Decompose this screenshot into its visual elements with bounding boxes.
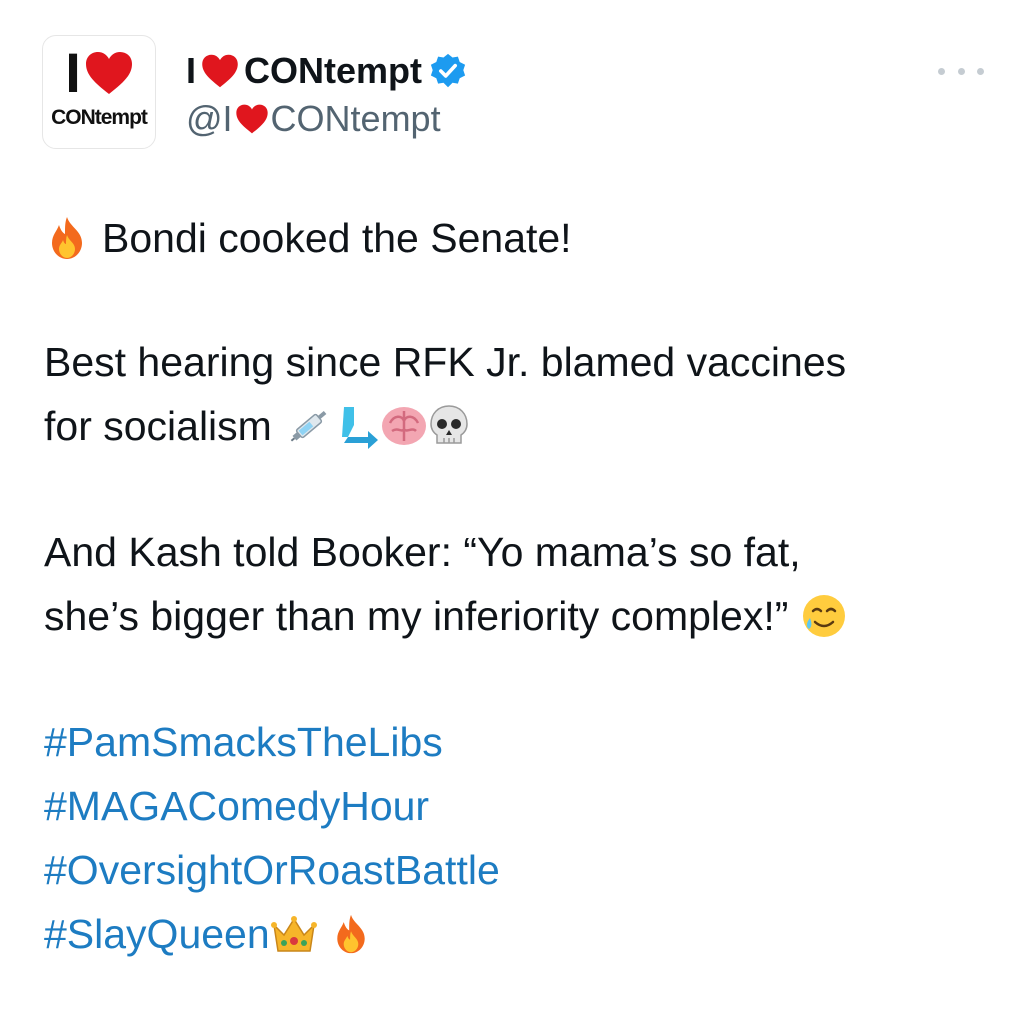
hashtag-line-4: #SlayQueen: [44, 904, 372, 964]
tweet-text-line-4: And Kash told Booker: “Yo mama’s so fat,: [44, 529, 801, 575]
arrow-icon: [341, 407, 378, 449]
tweet-line-1: Bondi cooked the Senate!: [44, 208, 572, 268]
avatar-logo: I: [43, 44, 155, 102]
hashtag-link[interactable]: #MAGAComedyHour: [44, 780, 429, 832]
display-name[interactable]: I CONtempt: [186, 46, 466, 96]
avatar-logo-i: I: [65, 41, 81, 104]
heart-icon: [235, 104, 268, 134]
hashtag-line-1: #PamSmacksTheLibs: [44, 712, 443, 772]
fire-icon: [336, 914, 365, 954]
heart-icon: [202, 54, 238, 88]
tweet-text-line-5: she’s bigger than my inferiority complex…: [44, 593, 789, 639]
syringe-icon: [290, 410, 327, 442]
brain-icon: [381, 407, 426, 445]
tweet-line-2: Best hearing since RFK Jr. blamed vaccin…: [44, 332, 846, 392]
smiling-tear-icon: [803, 595, 846, 637]
handle-suffix: CONtempt: [270, 98, 441, 139]
hashtag-link[interactable]: #OversightOrRoastBattle: [44, 844, 500, 896]
skull-icon: [430, 405, 468, 444]
avatar-logo-word: CONtempt: [51, 106, 148, 129]
display-name-prefix: I: [186, 50, 197, 91]
tweet-line-4: And Kash told Booker: “Yo mama’s so fat,: [44, 522, 801, 582]
tweet-line-3: for socialism: [44, 396, 470, 456]
hashtag-link[interactable]: #SlayQueen: [44, 908, 270, 960]
tweet: I CONtempt I CONtempt @I CONtempt Bondi …: [0, 0, 1024, 1024]
handle-prefix: @I: [186, 98, 233, 139]
fire-icon: [52, 217, 82, 259]
hashtag-link[interactable]: #PamSmacksTheLibs: [44, 716, 443, 768]
verified-badge-icon: [430, 53, 466, 88]
display-name-suffix: CONtempt: [244, 50, 423, 91]
heart-icon: [85, 52, 132, 94]
handle[interactable]: @I CONtempt: [186, 96, 441, 142]
crown-icon: [270, 916, 317, 952]
tweet-text-line-2: Best hearing since RFK Jr. blamed vaccin…: [44, 339, 847, 385]
more-icon[interactable]: [938, 60, 984, 82]
tweet-text-line-3: for socialism: [44, 403, 272, 449]
avatar[interactable]: I CONtempt: [42, 35, 156, 149]
hashtag-line-3: #OversightOrRoastBattle: [44, 840, 500, 900]
tweet-line-5: she’s bigger than my inferiority complex…: [44, 586, 848, 646]
hashtag-line-2: #MAGAComedyHour: [44, 776, 429, 836]
tweet-text-line-1: Bondi cooked the Senate!: [102, 215, 572, 261]
